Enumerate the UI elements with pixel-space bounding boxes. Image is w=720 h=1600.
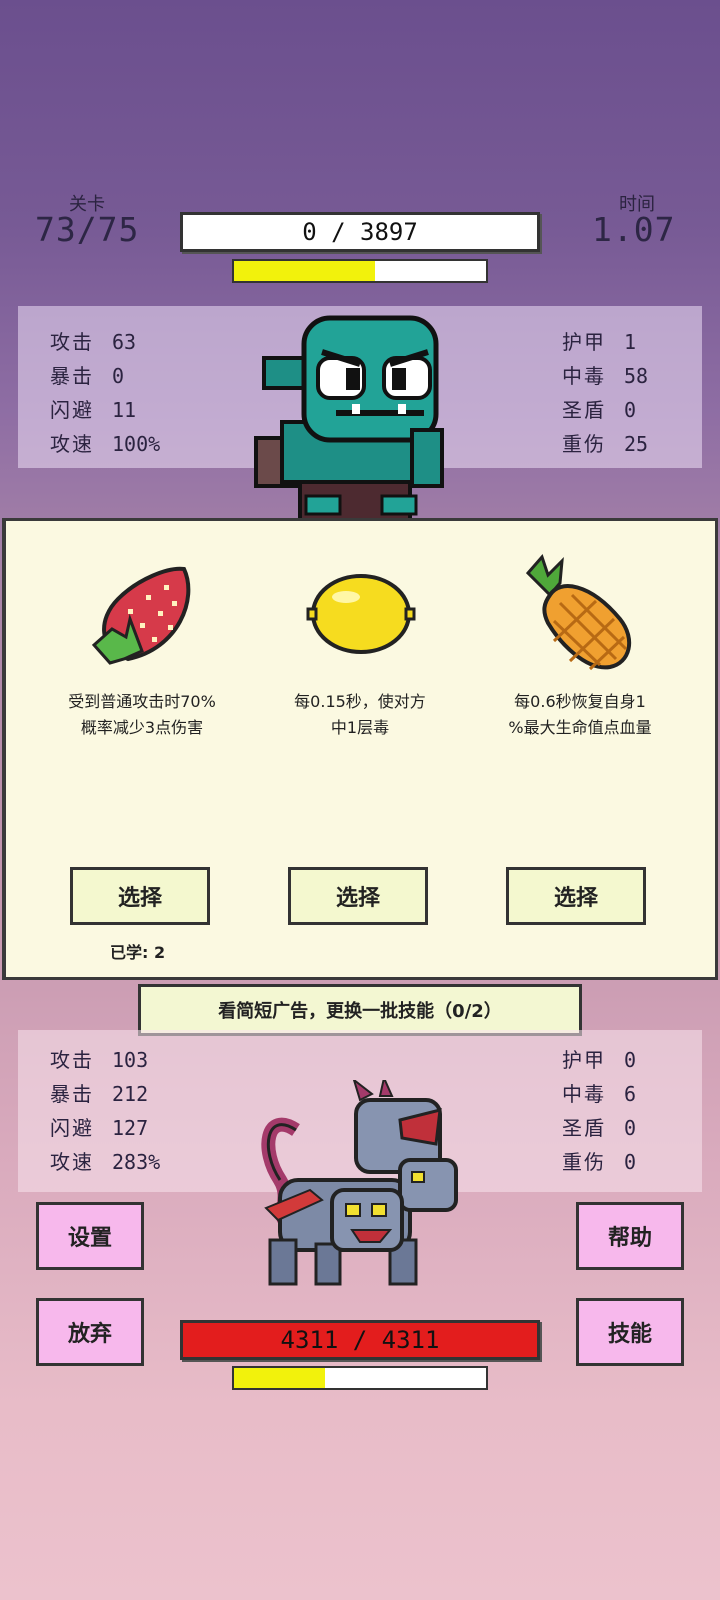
player-stat-dodge: 闪避 127 bbox=[50, 1116, 149, 1140]
player-stat-speed: 攻速 283% bbox=[50, 1150, 161, 1174]
time-value: 1.07 bbox=[592, 210, 676, 249]
player-stat-attack: 攻击 103 bbox=[50, 1048, 149, 1072]
skill-selection-card: 受到普通攻击时70% 概率减少3点伤害 每0.15秒，使对方 中1层毒 每0.6秒恢… bbox=[2, 518, 718, 980]
enemy-hp-text: 0 / 3897 bbox=[302, 218, 418, 246]
player-stat-poison: 中毒 6 bbox=[562, 1082, 637, 1106]
skill-desc-2: 每0.15秒，使对方 中1层毒 bbox=[294, 692, 426, 737]
enemy-stat-crit: 暴击 0 bbox=[50, 364, 125, 388]
give-up-button[interactable]: 放弃 bbox=[36, 1298, 144, 1366]
select-skill-2-button[interactable]: 选择 bbox=[288, 867, 428, 925]
player-stat-armor: 护甲 0 bbox=[562, 1048, 637, 1072]
enemy-progress-bar bbox=[232, 259, 488, 283]
player-hp-bar: 4311 / 4311 bbox=[180, 1320, 540, 1360]
player-hp-text: 4311 / 4311 bbox=[280, 1326, 440, 1354]
ad-refresh-skills-button[interactable]: 看简短广告，更换一批技能（0/2） bbox=[138, 984, 582, 1036]
player-stat-crit: 暴击 212 bbox=[50, 1082, 149, 1106]
select-skill-1-button[interactable]: 选择 bbox=[70, 867, 210, 925]
enemy-stat-dodge: 闪避 11 bbox=[50, 398, 137, 422]
enemy-stat-wound: 重伤 25 bbox=[562, 432, 649, 456]
skills-button[interactable]: 技能 bbox=[576, 1298, 684, 1366]
pineapple-icon bbox=[525, 554, 631, 671]
skill-desc-3: 每0.6秒恢复自身1 %最大生命值点血量 bbox=[508, 692, 652, 737]
cerberus-player-sprite bbox=[261, 1080, 458, 1286]
player-stat-shield: 圣盾 0 bbox=[562, 1116, 637, 1140]
enemy-stat-poison: 中毒 58 bbox=[562, 364, 649, 388]
enemy-stat-attack: 攻击 63 bbox=[50, 330, 137, 354]
lemon-icon bbox=[306, 574, 416, 654]
player-progress-bar bbox=[232, 1366, 488, 1390]
enemy-stat-shield: 圣盾 0 bbox=[562, 398, 637, 422]
help-button[interactable]: 帮助 bbox=[576, 1202, 684, 1270]
learned-count: 已学: 2 bbox=[110, 943, 166, 962]
select-skill-3-button[interactable]: 选择 bbox=[506, 867, 646, 925]
stage-value: 73/75 bbox=[35, 210, 140, 249]
strawberry-icon bbox=[91, 566, 191, 665]
skill-desc-1: 受到普通攻击时70% 概率减少3点伤害 bbox=[68, 692, 216, 737]
player-stat-wound: 重伤 0 bbox=[562, 1150, 637, 1174]
goblin-enemy-sprite bbox=[254, 315, 444, 520]
enemy-stat-armor: 护甲 1 bbox=[562, 330, 637, 354]
enemy-stat-speed: 攻速 100% bbox=[50, 432, 161, 456]
enemy-hp-bar: 0 / 3897 bbox=[180, 212, 540, 252]
enemy-progress-fill bbox=[234, 261, 376, 281]
settings-button[interactable]: 设置 bbox=[36, 1202, 144, 1270]
player-progress-fill bbox=[234, 1368, 325, 1388]
